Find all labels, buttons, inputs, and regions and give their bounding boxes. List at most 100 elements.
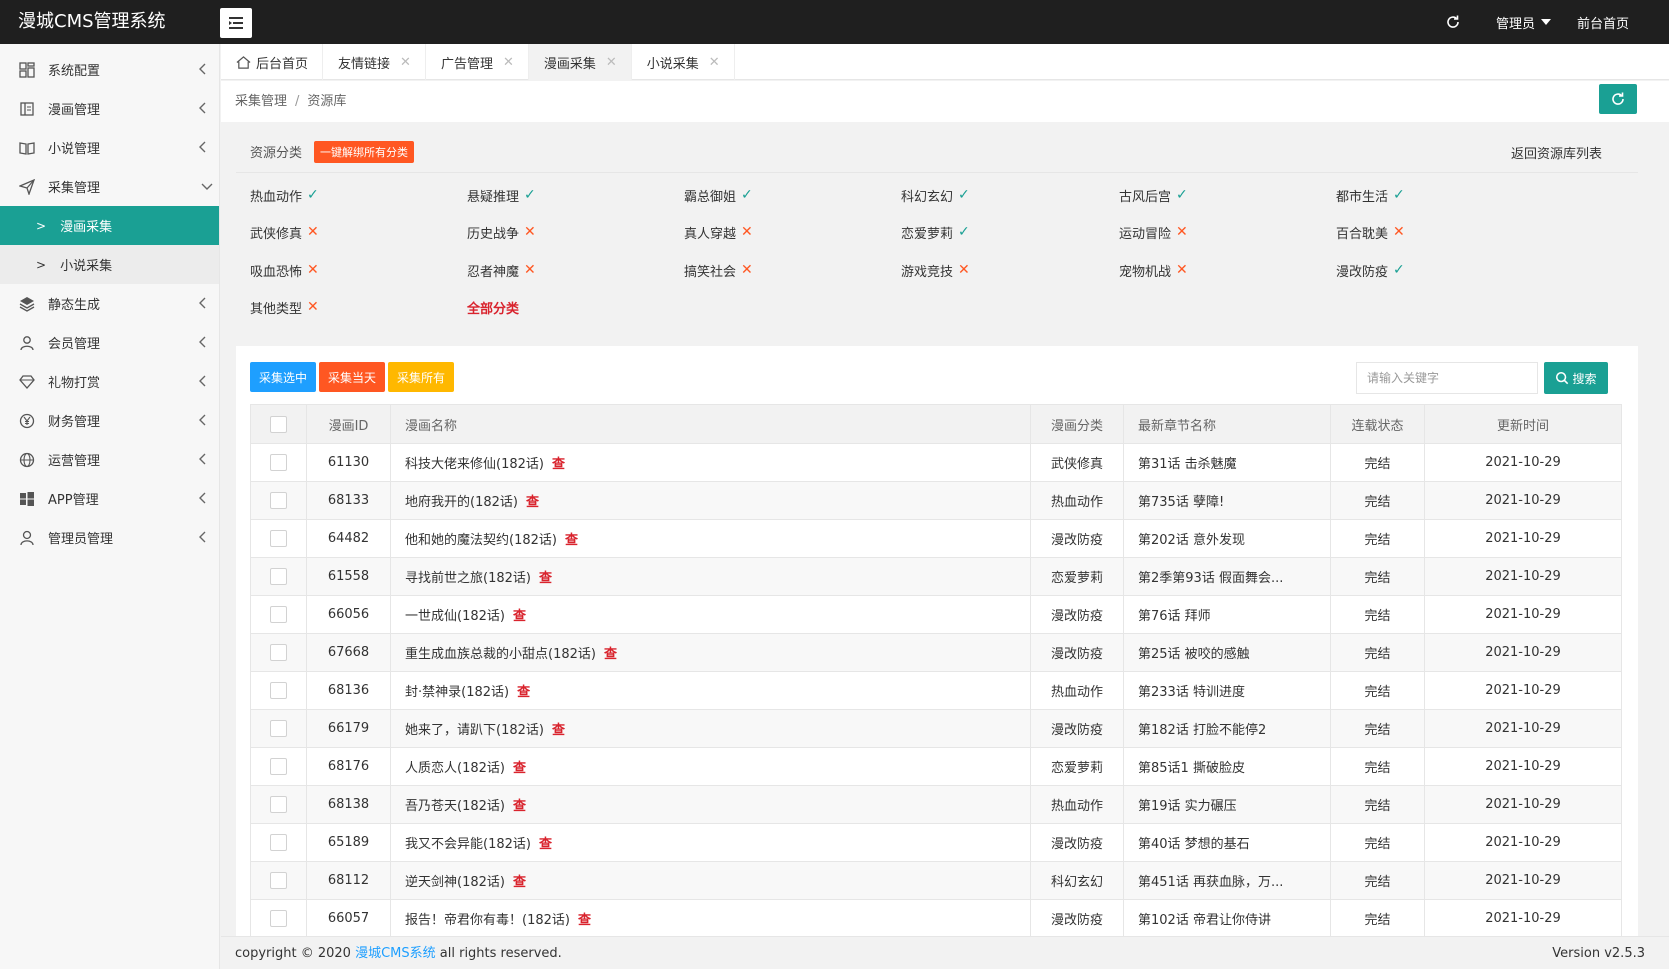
close-icon[interactable]: ✕ — [503, 55, 514, 70]
comic-name: 科技大佬来修仙(182话) — [405, 457, 544, 472]
sidebar-item-label: 礼物打赏 — [48, 376, 101, 391]
row-checkbox[interactable] — [270, 644, 287, 661]
category-item[interactable]: 热血动作 ✓ — [250, 184, 319, 206]
category-name: 漫改防疫 — [1336, 264, 1389, 280]
serial-status: 完结 — [1330, 481, 1425, 520]
category-item[interactable]: 漫改防疫 ✓ — [1336, 259, 1405, 281]
category-item[interactable]: 古风后宫 ✓ — [1119, 184, 1188, 206]
check-link[interactable]: 查 — [539, 837, 552, 852]
check-link[interactable]: 查 — [565, 533, 578, 548]
search-button[interactable]: 搜索 — [1544, 362, 1608, 394]
row-checkbox[interactable] — [270, 454, 287, 471]
sidebar-item-comic-manage[interactable]: 漫画管理 — [0, 89, 219, 128]
row-checkbox[interactable] — [270, 568, 287, 585]
check-link[interactable]: 查 — [513, 875, 526, 890]
collect-today-button[interactable]: 采集当天 — [319, 362, 386, 392]
check-link[interactable]: 查 — [604, 647, 617, 662]
breadcrumb-item[interactable]: 采集管理 — [235, 94, 287, 109]
front-home-link[interactable]: 前台首页 — [1577, 13, 1629, 32]
admin-label: 管理员 — [1495, 16, 1535, 32]
sidebar-item-finance-manage[interactable]: 财务管理 — [0, 401, 219, 440]
search-input[interactable] — [1356, 362, 1538, 394]
sidebar-item-operation-manage[interactable]: 运营管理 — [0, 440, 219, 479]
row-checkbox[interactable] — [270, 492, 287, 509]
collect-selected-button[interactable]: 采集选中 — [250, 362, 317, 392]
check-link[interactable]: 查 — [513, 761, 526, 776]
comic-id: 66057 — [306, 899, 391, 936]
menu-toggle-button[interactable] — [220, 8, 252, 38]
all-categories-link[interactable]: 全部分类 — [467, 296, 519, 318]
row-checkbox[interactable] — [270, 530, 287, 547]
unbind-all-button[interactable]: 一键解绑所有分类 — [314, 140, 415, 163]
category-item[interactable]: 吸血恐怖 ✕ — [250, 259, 319, 281]
row-checkbox[interactable] — [270, 720, 287, 737]
sidebar-item-admin-manage[interactable]: 管理员管理 — [0, 518, 219, 557]
close-icon[interactable]: ✕ — [606, 55, 617, 70]
tab-ad-manage[interactable]: 广告管理 ✕ — [426, 44, 529, 80]
chevron-right-icon: > — [36, 218, 47, 233]
check-link[interactable]: 查 — [517, 685, 530, 700]
category-item[interactable]: 霸总御姐 ✓ — [684, 184, 753, 206]
sidebar-item-gift-reward[interactable]: 礼物打赏 — [0, 362, 219, 401]
tab-novel-collect[interactable]: 小说采集 ✕ — [632, 44, 735, 80]
category-item[interactable]: 百合耽美 ✕ — [1336, 221, 1405, 243]
check-link[interactable]: 查 — [578, 913, 591, 928]
tab-home[interactable]: 后台首页 — [221, 44, 324, 80]
category-item[interactable]: 历史战争 ✕ — [467, 221, 536, 243]
sidebar-subitem-comic-collect[interactable]: > 漫画采集 — [0, 206, 219, 245]
category-item[interactable]: 忍者神魔 ✕ — [467, 259, 536, 281]
category-item[interactable]: 宠物机战 ✕ — [1119, 259, 1188, 281]
row-checkbox[interactable] — [270, 834, 287, 851]
page-refresh-button[interactable] — [1599, 84, 1637, 114]
category-item[interactable]: 真人穿越 ✕ — [684, 221, 753, 243]
update-time: 2021-10-29 — [1424, 823, 1622, 862]
comic-category: 恋爱萝莉 — [1030, 747, 1124, 786]
row-checkbox[interactable] — [270, 682, 287, 699]
sidebar-item-static-generate[interactable]: 静态生成 — [0, 284, 219, 323]
category-header: 资源分类 一键解绑所有分类 返回资源库列表 — [236, 131, 1638, 173]
category-item[interactable]: 恋爱萝莉 ✓ — [901, 221, 970, 243]
header-refresh-button[interactable] — [1438, 0, 1468, 44]
sidebar-item-app-manage[interactable]: APP管理 — [0, 479, 219, 518]
back-to-list-link[interactable]: 返回资源库列表 — [1511, 143, 1602, 162]
sidebar-subitem-label: 小说采集 — [60, 259, 113, 274]
check-link[interactable]: 查 — [539, 571, 552, 586]
category-item[interactable]: 搞笑社会 ✕ — [684, 259, 753, 281]
comic-category: 漫改防疫 — [1030, 709, 1124, 748]
copyright-link[interactable]: 漫城CMS系统 — [355, 946, 436, 961]
row-checkbox[interactable] — [270, 796, 287, 813]
close-icon[interactable]: ✕ — [400, 55, 411, 70]
tab-comic-collect[interactable]: 漫画采集 ✕ — [528, 44, 632, 80]
category-item[interactable]: 悬疑推理 ✓ — [467, 184, 536, 206]
category-item[interactable]: 运动冒险 ✕ — [1119, 221, 1188, 243]
category-item[interactable]: 科幻玄幻 ✓ — [901, 184, 970, 206]
admin-menu[interactable]: 管理员 — [1496, 13, 1551, 32]
check-link[interactable]: 查 — [513, 609, 526, 624]
check-link[interactable]: 查 — [513, 799, 526, 814]
comic-name: 我又不会异能(182话) — [405, 837, 531, 852]
close-icon[interactable]: ✕ — [709, 55, 720, 70]
check-icon: ✓ — [1176, 187, 1188, 203]
tab-friend-links[interactable]: 友情链接 ✕ — [323, 44, 426, 80]
sidebar-item-novel-manage[interactable]: 小说管理 — [0, 128, 219, 167]
row-checkbox[interactable] — [270, 758, 287, 775]
row-checkbox[interactable] — [270, 910, 287, 927]
collect-all-button[interactable]: 采集所有 — [388, 362, 455, 392]
check-link[interactable]: 查 — [552, 723, 565, 738]
select-all-checkbox[interactable] — [270, 415, 287, 433]
check-link[interactable]: 查 — [552, 457, 565, 472]
category-item[interactable]: 游戏竞技 ✕ — [901, 259, 970, 281]
category-item[interactable]: 武侠修真 ✕ — [250, 221, 319, 243]
category-item[interactable]: 都市生活 ✓ — [1336, 184, 1405, 206]
sidebar-item-system-config[interactable]: 系统配置 — [0, 50, 219, 89]
sidebar-item-member-manage[interactable]: 会员管理 — [0, 323, 219, 362]
search-button-label: 搜索 — [1572, 371, 1597, 386]
column-header: 连载状态 — [1330, 404, 1425, 444]
row-checkbox[interactable] — [270, 872, 287, 889]
category-item[interactable]: 其他类型 ✕ — [250, 296, 319, 318]
row-checkbox[interactable] — [270, 606, 287, 623]
check-link[interactable]: 查 — [526, 495, 539, 510]
comic-id: 68112 — [306, 861, 391, 900]
sidebar-subitem-novel-collect[interactable]: > 小说采集 — [0, 245, 219, 284]
sidebar-item-collect-manage[interactable]: 采集管理 — [0, 167, 219, 206]
